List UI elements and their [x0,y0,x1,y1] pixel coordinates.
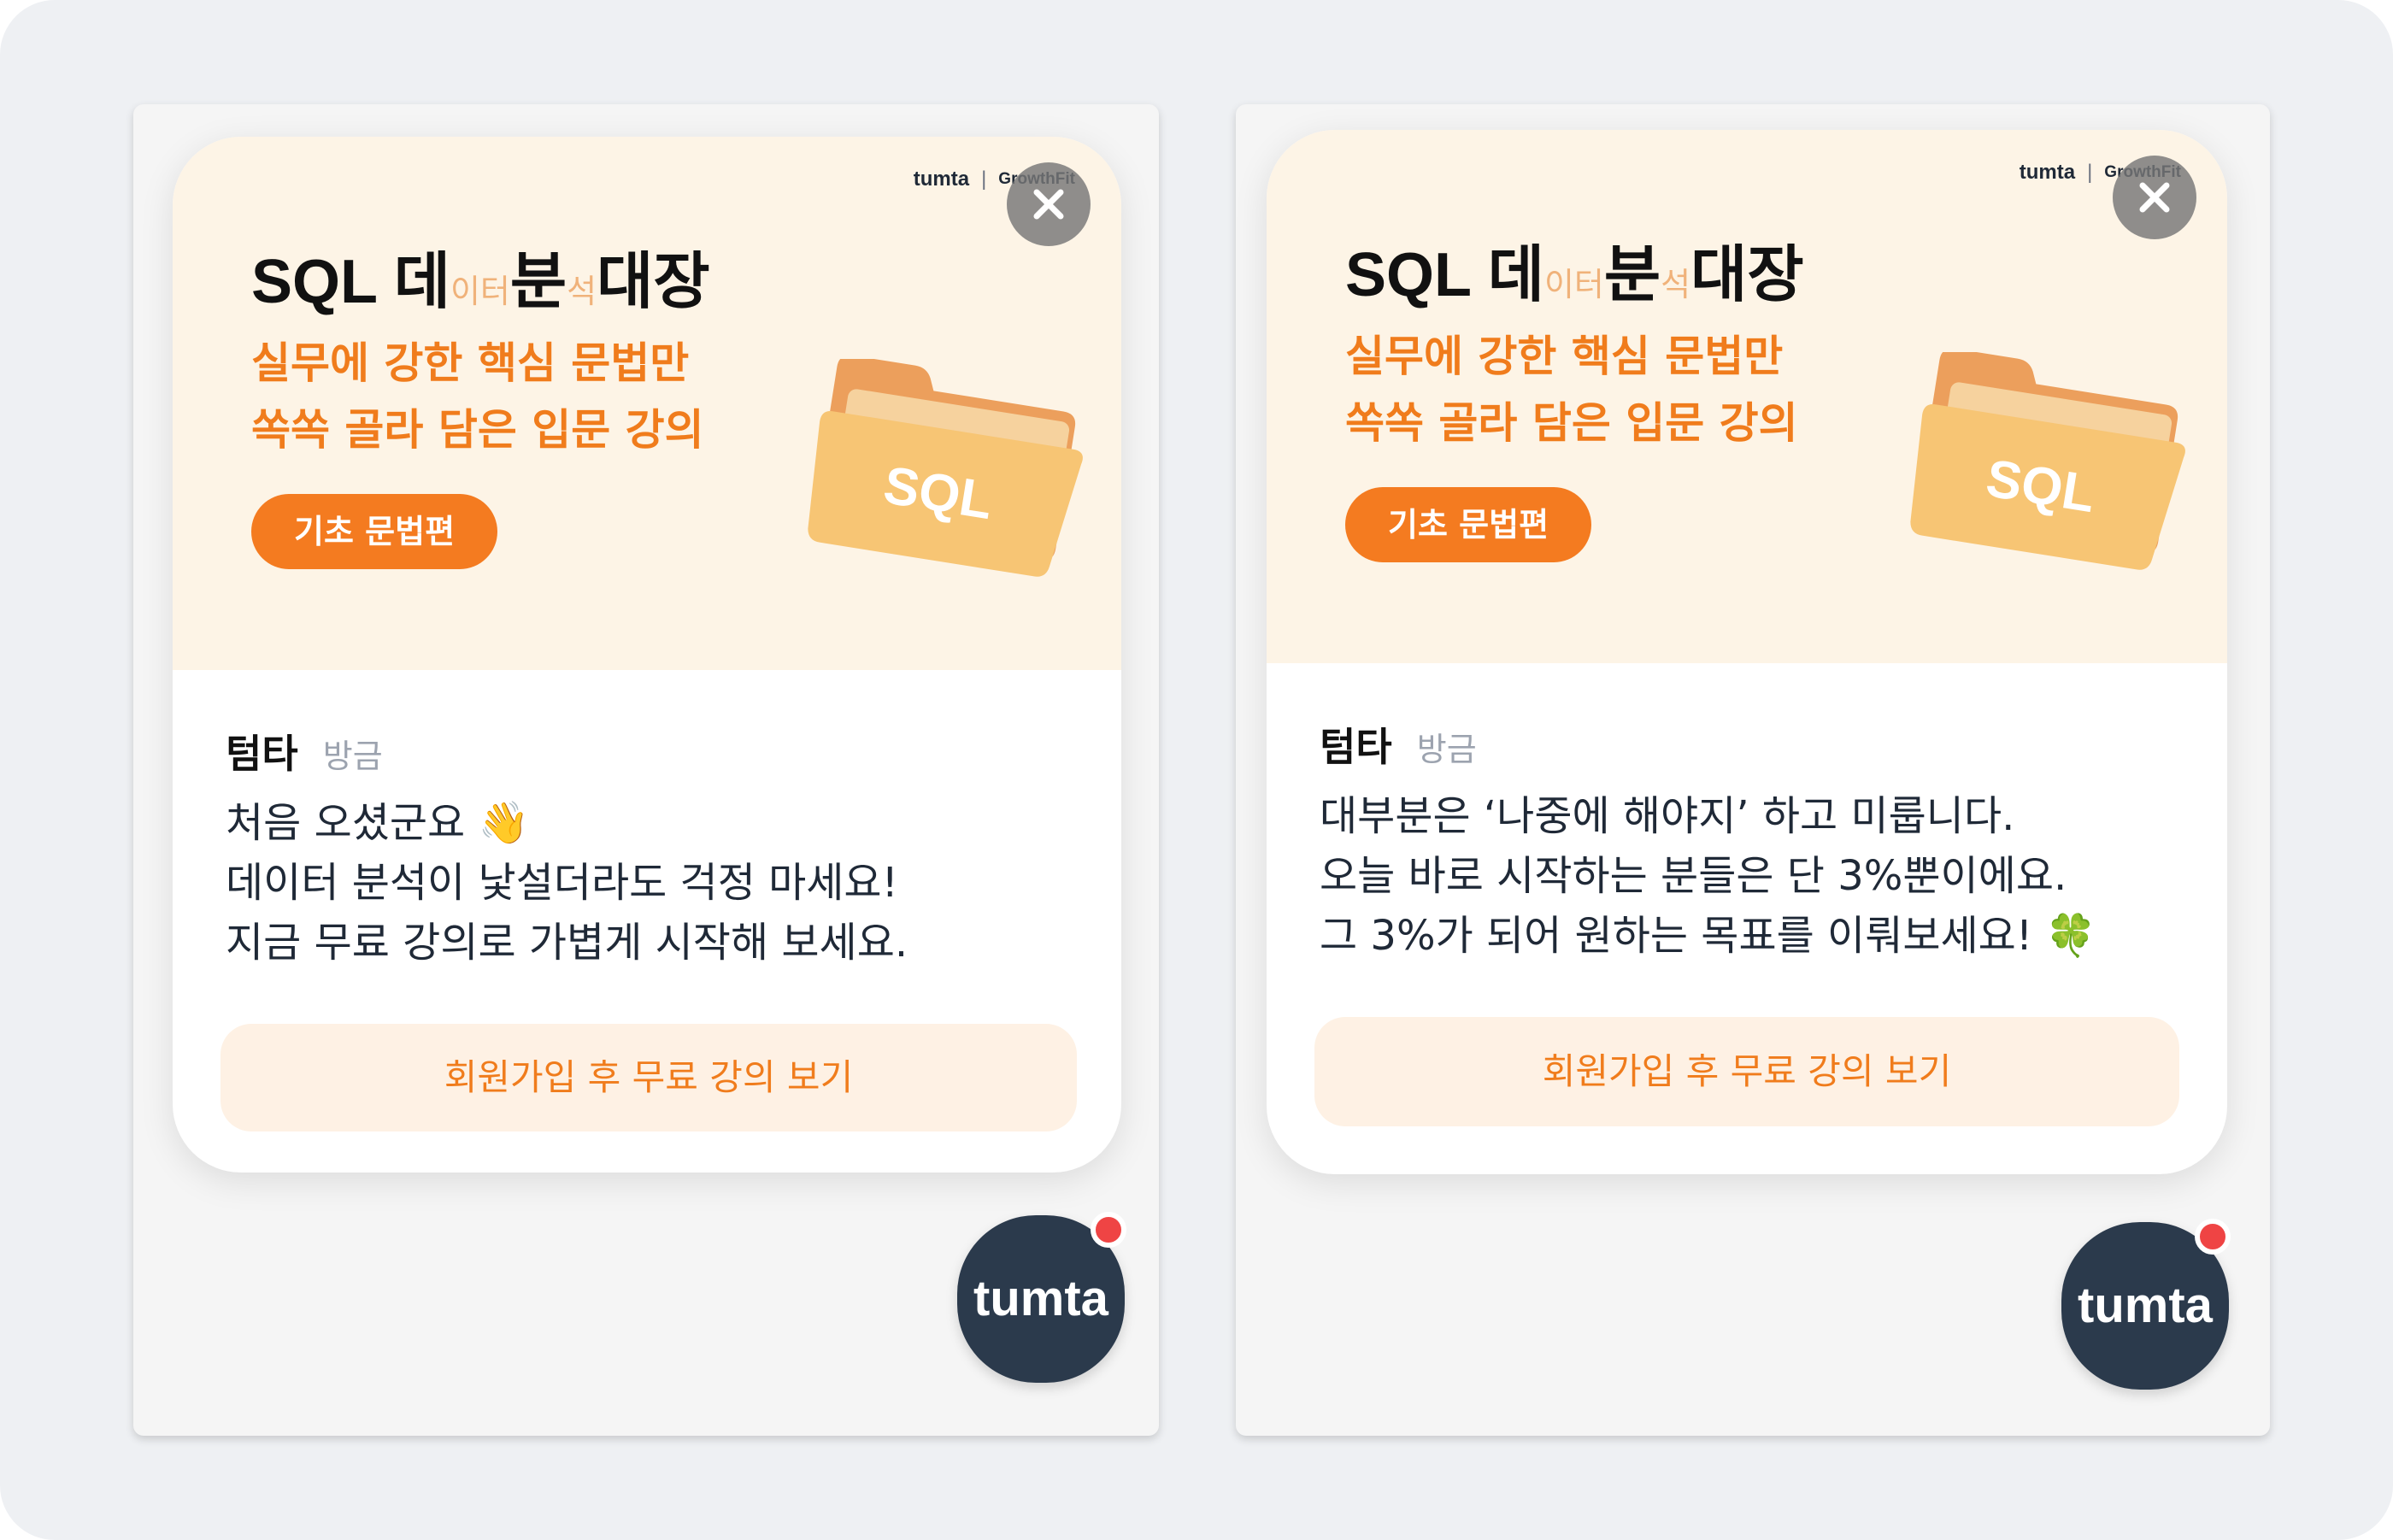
banner-subtitle: 실무에 강한 핵심 문법만 쏙쏙 골라 담은 입문 강의 [251,330,704,463]
banner-subtitle: 실무에 강한 핵심 문법만 쏙쏙 골라 담은 입문 강의 [1345,323,1798,456]
title-part: 대장 [1690,241,1804,309]
title-small-part: 이터 [1543,267,1604,303]
launcher-label: tumta [2078,1278,2213,1333]
message-line: 대부분은 ‘나중에 해야지’ 하고 미룹니다. [1320,792,2015,840]
title-part: 분 [509,248,567,316]
message-line: 데이터 분석이 낯설더라도 걱정 마세요! [226,859,898,907]
brand-logo: tumta [913,168,970,191]
title-part: 분 [1603,241,1661,309]
popup-card: tumta | GrowthFit SQL 데이터분석대장 실무에 강한 핵심 … [1267,130,2227,1174]
canvas: tumta | GrowthFit SQL 데이터분석대장 실무에 강한 핵심 … [0,0,2393,1540]
timestamp: 방금 [1416,731,1477,768]
title-part: SQL 데 [1345,241,1544,309]
promo-banner[interactable]: tumta | GrowthFit SQL 데이터분석대장 실무에 강한 핵심 … [1267,130,2227,663]
title-small-part: 석 [1661,267,1691,303]
timestamp: 방금 [322,738,383,775]
chat-launcher-button[interactable]: tumta [2061,1219,2231,1390]
subtitle-line: 쏙쏙 골라 담은 입문 강의 [251,405,704,455]
close-button[interactable] [2113,156,2196,239]
subtitle-line: 실무에 강한 핵심 문법만 [251,338,690,388]
brand-separator: | [981,168,987,191]
subtitle-line: 실무에 강한 핵심 문법만 [1345,332,1784,381]
launcher-label: tumta [973,1271,1108,1326]
close-icon [1033,189,1064,220]
message-line: 지금 무료 강의로 가볍게 시작해 보세요. [226,919,908,967]
popup-card: tumta | GrowthFit SQL 데이터분석대장 실무에 강한 핵심 … [173,137,1121,1173]
notification-dot [1091,1212,1126,1248]
close-button[interactable] [1007,162,1091,246]
banner-title: SQL 데이터분석대장 [1345,224,1804,314]
close-icon [2139,182,2170,213]
title-part: 대장 [597,248,710,316]
promo-banner[interactable]: tumta | GrowthFit SQL 데이터분석대장 실무에 강한 핵심 … [173,137,1121,670]
title-part: SQL 데 [251,248,450,316]
title-small-part: 이터 [450,274,510,310]
folder-illustration: SQL [808,359,1083,577]
brand-logo: tumta [2019,161,2076,184]
signup-cta-button[interactable]: 회원가입 후 무료 강의 보기 [1314,1017,2179,1126]
sender-row: 텀타 방금 [1320,716,1477,773]
banner-title: SQL 데이터분석대장 [251,231,710,320]
sender-name: 텀타 [226,731,298,777]
preview-panel-1: tumta | GrowthFit SQL 데이터분석대장 실무에 강한 핵심 … [133,104,1159,1436]
sender-row: 텀타 방금 [226,723,383,779]
level-tag: 기초 문법편 [251,494,498,569]
message-line: 오늘 바로 시작하는 분들은 단 3%뿐이에요. [1320,852,2067,900]
chat-launcher-button[interactable]: tumta [957,1212,1126,1383]
subtitle-line: 쏙쏙 골라 담은 입문 강의 [1345,398,1798,448]
level-tag: 기초 문법편 [1345,487,1592,562]
signup-cta-button[interactable]: 회원가입 후 무료 강의 보기 [220,1024,1077,1131]
title-small-part: 석 [567,274,597,310]
message-line: 그 3%가 되어 원하는 목표를 이뤄보세요! 🍀 [1320,912,2097,960]
sender-name: 텀타 [1320,724,1392,770]
notification-dot [2195,1219,2231,1255]
message-line: 처음 오셨군요 👋 [226,799,530,847]
message-text: 대부분은 ‘나중에 해야지’ 하고 미룹니다. 오늘 바로 시작하는 분들은 단… [1320,786,2191,966]
folder-illustration: SQL [1910,352,2185,570]
message-text: 처음 오셨군요 👋 데이터 분석이 낯설더라도 걱정 마세요! 지금 무료 강의… [226,793,1097,973]
brand-separator: | [2087,161,2093,184]
preview-panel-2: tumta | GrowthFit SQL 데이터분석대장 실무에 강한 핵심 … [1236,104,2270,1436]
